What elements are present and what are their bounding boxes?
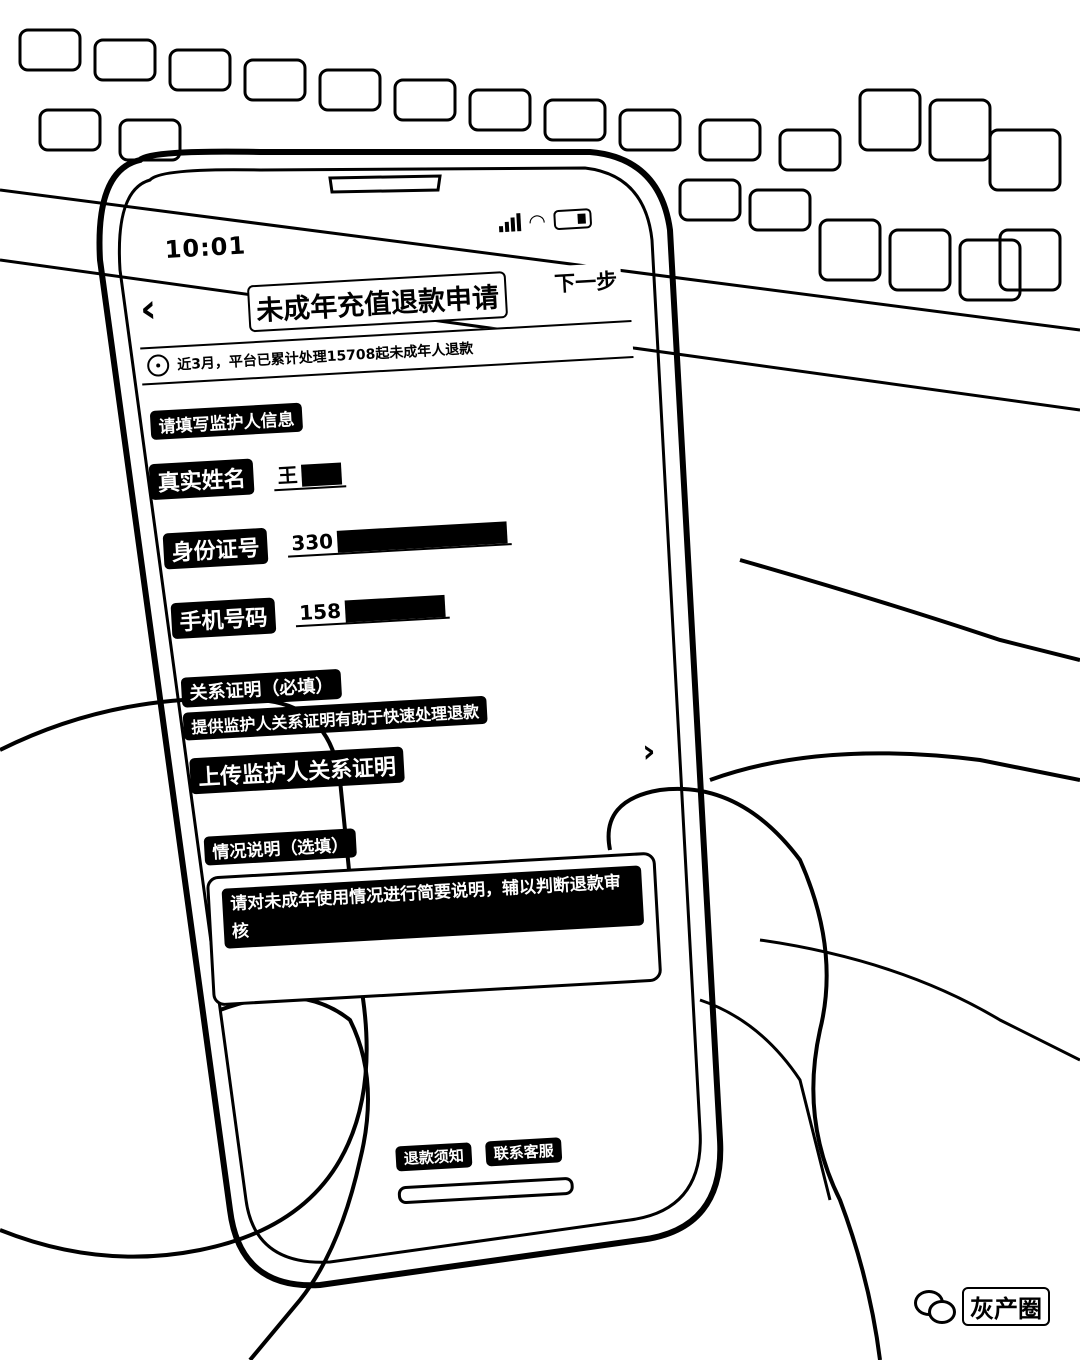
description-title-label: 情况说明（选填）: [203, 828, 357, 866]
clock-icon: [146, 353, 170, 378]
upload-relationship-proof-button[interactable]: 上传监护人关系证明 ›: [189, 731, 661, 795]
guardian-section-heading: 请填写监护人信息: [149, 402, 304, 441]
battery-icon: [553, 208, 593, 231]
chevron-right-icon: ›: [637, 731, 661, 771]
id-number-value: 330: [290, 528, 334, 556]
phone-screen: 10:01 ◠ ‹ 未成年充值退款申请 下一步 近3月，平台已累计处理15708…: [112, 171, 708, 1220]
relationship-title: 关系证明（必填）: [180, 668, 343, 708]
name-input[interactable]: 王: [272, 455, 347, 491]
name-field[interactable]: 真实姓名 王: [148, 453, 347, 501]
name-label: 真实姓名: [148, 458, 255, 501]
status-icons: ◠: [493, 205, 597, 236]
description-title: 情况说明（选填）: [203, 828, 357, 866]
redaction-block: [344, 595, 446, 623]
watermark: 灰产圈: [914, 1287, 1050, 1326]
contact-support-link[interactable]: 联系客服: [485, 1137, 563, 1167]
redaction-block: [336, 521, 508, 554]
wifi-icon: ◠: [527, 208, 547, 234]
upload-label: 上传监护人关系证明: [189, 746, 405, 795]
right-hand: [739, 558, 1080, 662]
page-title: 未成年充值退款申请: [246, 271, 509, 333]
refund-notice-link[interactable]: 退款须知: [395, 1142, 473, 1172]
status-time: 10:01: [160, 231, 251, 265]
signal-icon: [498, 213, 521, 233]
notice-bar: 近3月，平台已累计处理15708起未成年人退款: [140, 320, 634, 386]
phone-value: 158: [298, 598, 342, 625]
footer-links: 退款须知 联系客服: [395, 1137, 563, 1172]
id-number-field[interactable]: 身份证号 330: [162, 514, 512, 570]
phone-field[interactable]: 手机号码 158: [170, 588, 450, 640]
back-button[interactable]: ‹: [134, 286, 162, 332]
id-number-input[interactable]: 330: [286, 518, 512, 558]
next-step-button[interactable]: 下一步: [549, 262, 623, 301]
phone-label: 手机号码: [170, 597, 277, 640]
name-value: 王: [276, 462, 299, 488]
id-number-label: 身份证号: [162, 527, 269, 570]
phone-input[interactable]: 158: [294, 592, 450, 628]
photo-scene: 10:01 ◠ ‹ 未成年充值退款申请 下一步 近3月，平台已累计处理15708…: [0, 0, 1080, 1362]
wechat-icon: [914, 1289, 956, 1324]
relationship-title-label: 关系证明（必填）: [180, 668, 343, 708]
redaction-block: [300, 462, 343, 487]
description-textarea[interactable]: 请对未成年使用情况进行简要说明，辅以判断退款审核: [205, 851, 663, 1007]
description-placeholder: 请对未成年使用情况进行简要说明，辅以判断退款审核: [221, 865, 645, 949]
notice-text: 近3月，平台已累计处理15708起未成年人退款: [176, 340, 474, 374]
guardian-section-label: 请填写监护人信息: [149, 402, 304, 441]
watermark-text: 灰产圈: [962, 1287, 1050, 1326]
